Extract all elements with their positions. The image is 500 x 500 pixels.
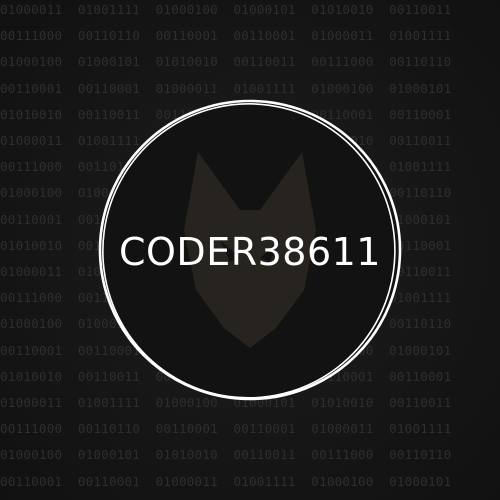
logo-text: CODER38611	[118, 230, 381, 274]
binary-row: 00111000 00110110 00110001 00110001 0100…	[0, 421, 452, 437]
logo-canvas: 01000011 01001111 01000100 01000101 0101…	[0, 0, 500, 500]
binary-row: 01000100 01000101 01010010 00110011 0011…	[0, 54, 452, 70]
binary-row: 01000100 01000101 01010010 00110011 0011…	[0, 447, 452, 463]
binary-row: 01000011 01001111 01000100 01000101 0101…	[0, 2, 452, 17]
binary-row: 00111000 00110110 00110001 00110001 0100…	[0, 28, 452, 44]
binary-row: 00110001 00110001 01000011 01001111 0100…	[0, 473, 452, 489]
logo-emblem: CODER38611	[90, 90, 410, 410]
